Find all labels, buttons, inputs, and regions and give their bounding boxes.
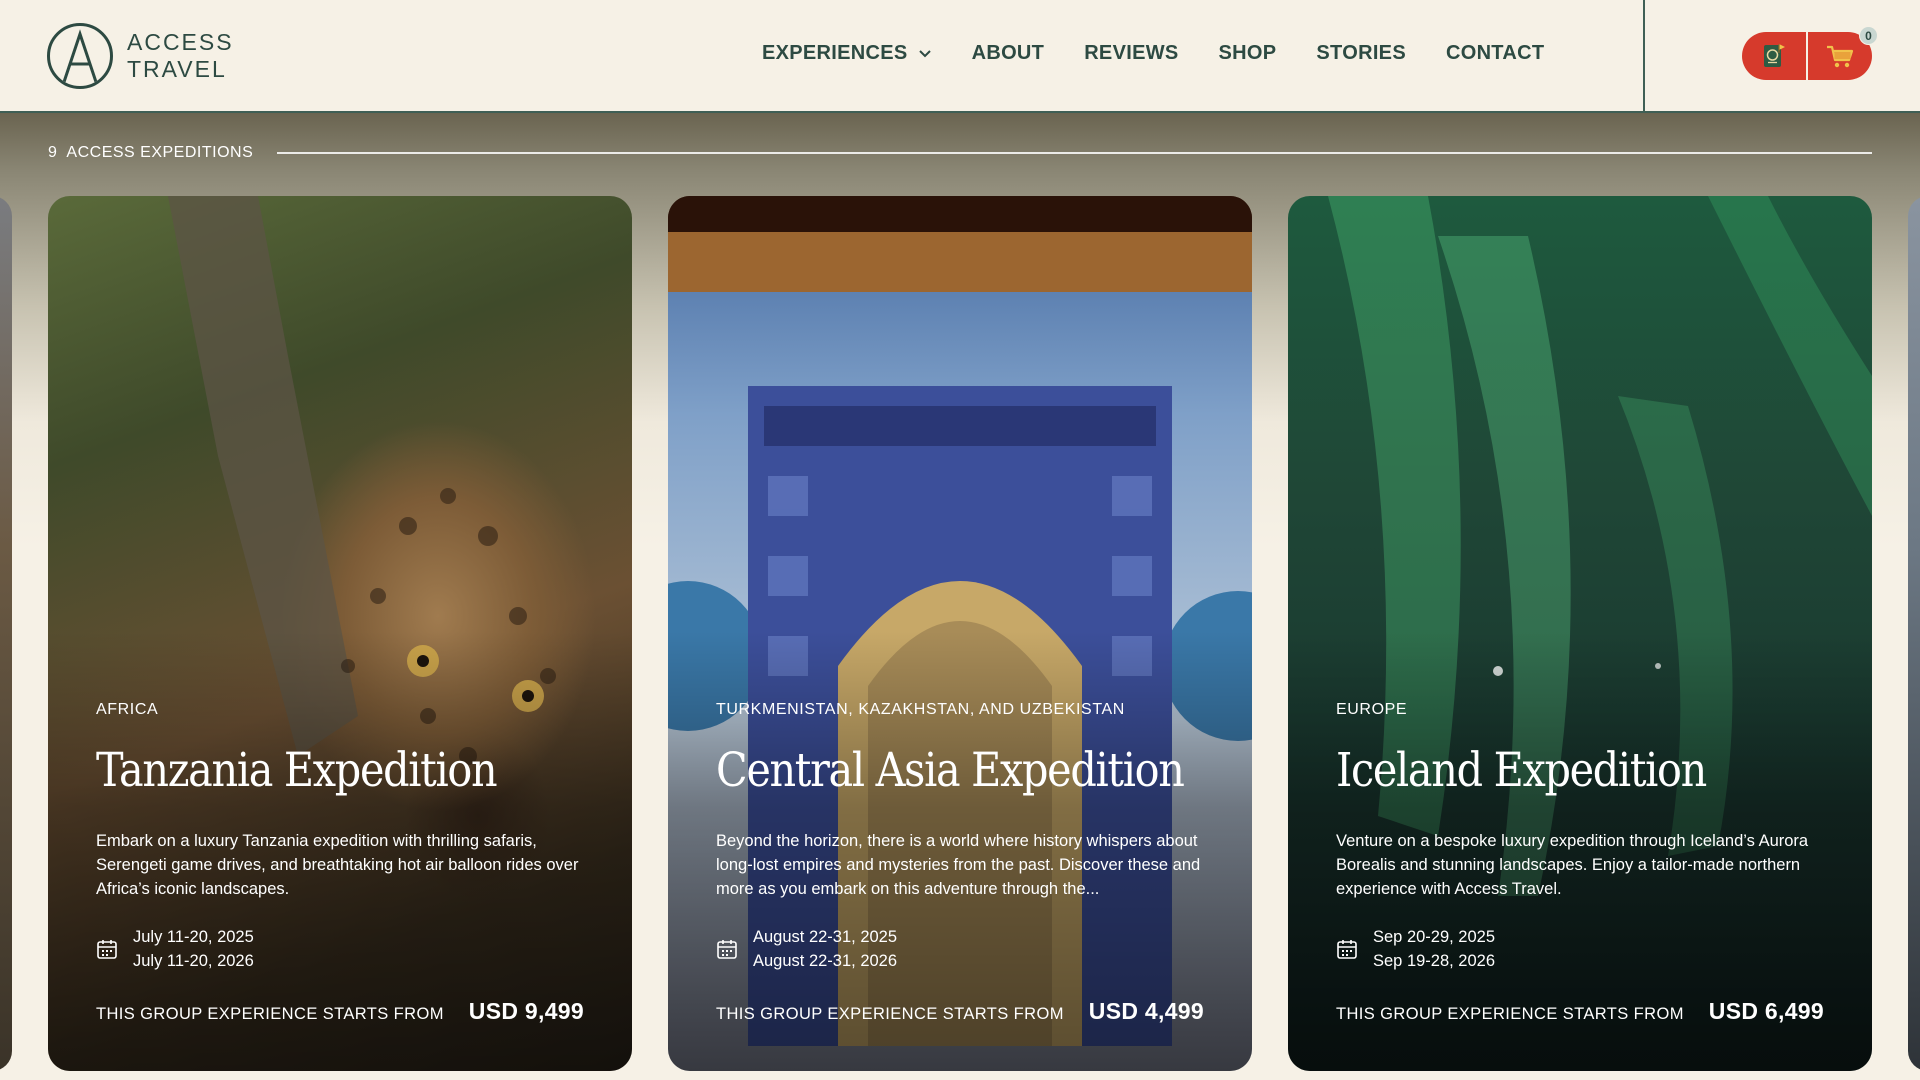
date-line-1: August 22-31, 2025 <box>753 928 898 946</box>
card-title[interactable]: Iceland Expedition <box>1336 739 1765 803</box>
card-title[interactable]: Tanzania Expedition <box>96 739 525 803</box>
logo[interactable]: ACCESS TRAVEL <box>47 23 234 89</box>
nav-stories[interactable]: STORIES <box>1316 42 1406 65</box>
next-card-peek[interactable] <box>1908 196 1920 1071</box>
date-line-2: Sep 19-28, 2026 <box>1373 952 1496 970</box>
passport-icon <box>1764 44 1785 67</box>
cart-button[interactable]: 0 <box>1808 26 1878 80</box>
card-content: AFRICA Tanzania Expedition Embark on a l… <box>96 701 584 1025</box>
card-description: Embark on a luxury Tanzania expedition w… <box>96 832 579 898</box>
header-actions: 0 <box>1742 26 1878 80</box>
nav-reviews[interactable]: REVIEWS <box>1084 42 1178 65</box>
card-dates: Sep 20-29, 2025 Sep 19-28, 2026 <box>1336 925 1824 973</box>
price-label: THIS GROUP EXPERIENCE STARTS FROM <box>716 1005 1064 1023</box>
card-region: EUROPE <box>1336 701 1408 718</box>
price-value: USD 6,499 <box>1708 998 1824 1024</box>
expedition-card-central-asia[interactable]: TURKMENISTAN, KAZAKHSTAN, AND UZBEKISTAN… <box>668 196 1252 1071</box>
site-header: ACCESS TRAVEL EXPERIENCES ABOUT REVIEWS … <box>0 0 1920 113</box>
nav-experiences[interactable]: EXPERIENCES <box>762 42 932 65</box>
calendar-icon <box>1337 940 1357 959</box>
price-value: USD 4,499 <box>1088 998 1204 1024</box>
cart-icon <box>1827 45 1854 68</box>
card-dates: July 11-20, 2025 July 11-20, 2026 <box>96 925 584 973</box>
date-line-2: July 11-20, 2026 <box>133 952 254 970</box>
counter-divider-line <box>277 152 1872 154</box>
expedition-card-tanzania[interactable]: AFRICA Tanzania Expedition Embark on a l… <box>48 196 632 1071</box>
chevron-down-icon <box>918 49 931 57</box>
main-nav: EXPERIENCES ABOUT REVIEWS SHOP STORIES C… <box>762 42 1544 65</box>
price-row: THIS GROUP EXPERIENCE STARTS FROM USD 9,… <box>96 998 584 1025</box>
price-label: THIS GROUP EXPERIENCE STARTS FROM <box>1336 1005 1684 1023</box>
logo-line-2: TRAVEL <box>127 56 227 82</box>
expeditions-count: 9 ACCESS EXPEDITIONS <box>48 144 253 162</box>
price-row: THIS GROUP EXPERIENCE STARTS FROM USD 6,… <box>1336 998 1824 1025</box>
nav-contact[interactable]: CONTACT <box>1446 42 1544 65</box>
expedition-card-iceland[interactable]: EUROPE Iceland Expedition Venture on a b… <box>1288 196 1872 1071</box>
price-value: USD 9,499 <box>468 998 584 1024</box>
price-row: THIS GROUP EXPERIENCE STARTS FROM USD 4,… <box>716 998 1204 1025</box>
logo-a-icon <box>47 23 113 89</box>
date-list: August 22-31, 2025 August 22-31, 2026 <box>753 925 897 973</box>
date-list: Sep 20-29, 2025 Sep 19-28, 2026 <box>1373 925 1495 973</box>
nav-about[interactable]: ABOUT <box>972 42 1045 65</box>
card-description: Venture on a bespoke luxury expedition t… <box>1336 832 1809 898</box>
expeditions-counter: 9 ACCESS EXPEDITIONS <box>48 143 1872 163</box>
date-line-2: August 22-31, 2026 <box>753 952 898 970</box>
card-content: EUROPE Iceland Expedition Venture on a b… <box>1336 701 1824 1025</box>
cart-count-badge: 0 <box>1859 26 1878 45</box>
card-dates: August 22-31, 2025 August 22-31, 2026 <box>716 925 1204 973</box>
card-region: TURKMENISTAN, KAZAKHSTAN, AND UZBEKISTAN <box>716 701 1125 718</box>
card-title[interactable]: Central Asia Expedition <box>716 739 1185 803</box>
price-label: THIS GROUP EXPERIENCE STARTS FROM <box>96 1005 444 1023</box>
passport-button[interactable] <box>1742 32 1806 80</box>
date-line-1: July 11-20, 2025 <box>133 928 254 946</box>
card-region: AFRICA <box>96 701 159 718</box>
date-list: July 11-20, 2025 July 11-20, 2026 <box>133 925 254 973</box>
header-divider <box>1643 0 1645 113</box>
logo-line-1: ACCESS <box>127 29 234 55</box>
card-description: Beyond the horizon, there is a world whe… <box>716 832 1201 898</box>
card-content: TURKMENISTAN, KAZAKHSTAN, AND UZBEKISTAN… <box>716 701 1204 1025</box>
logo-wordmark: ACCESS TRAVEL <box>127 29 234 83</box>
previous-card-peek[interactable] <box>0 196 12 1071</box>
nav-shop[interactable]: SHOP <box>1219 42 1277 65</box>
expeditions-count-label: ACCESS EXPEDITIONS <box>66 144 254 161</box>
calendar-icon <box>717 940 737 959</box>
calendar-icon <box>97 940 117 959</box>
nav-experiences-label: EXPERIENCES <box>762 42 908 64</box>
date-line-1: Sep 20-29, 2025 <box>1373 928 1496 946</box>
expeditions-count-number: 9 <box>48 144 58 161</box>
